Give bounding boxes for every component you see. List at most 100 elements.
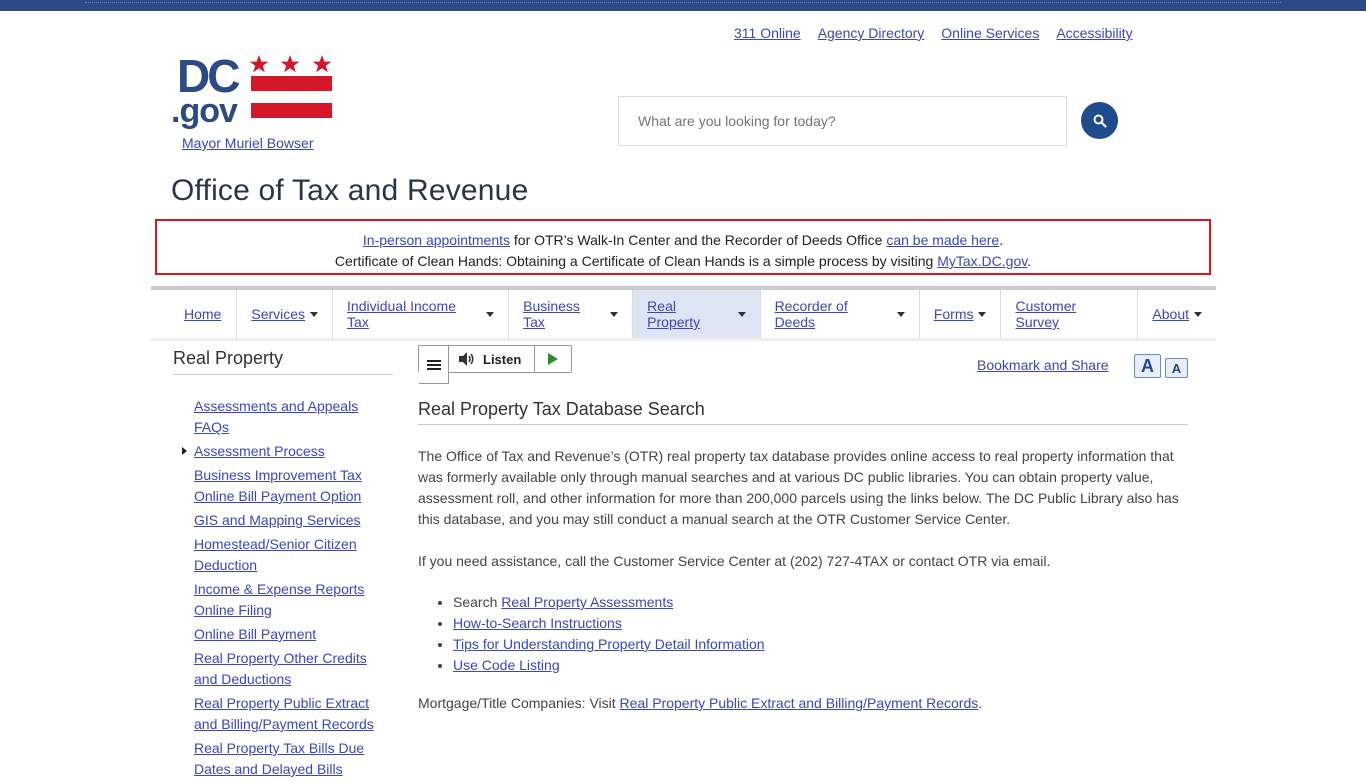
sidebar-list: Assessments and Appeals FAQs Assessment …	[173, 396, 393, 780]
how-to-search-link[interactable]: How-to-Search Instructions	[453, 615, 622, 631]
utility-nav: 311 Online Agency Directory Online Servi…	[734, 25, 1133, 41]
increase-font-label: A	[1141, 355, 1154, 376]
list-item: Use Code Listing	[453, 655, 1188, 676]
real-property-assessments-link[interactable]: Real Property Assessments	[501, 594, 673, 610]
chevron-down-icon	[486, 311, 495, 317]
chevron-down-icon	[1194, 311, 1203, 317]
sidebar-link-online-bill-payment[interactable]: Online Bill Payment	[194, 626, 316, 642]
sidebar-link-income-expense[interactable]: Income & Expense Reports Online Filing	[194, 581, 364, 618]
increase-font-button[interactable]: A	[1134, 354, 1161, 378]
utility-link-accessibility[interactable]: Accessibility	[1056, 25, 1132, 41]
sidebar-link-tax-bills-due[interactable]: Real Property Tax Bills Due Dates and De…	[194, 740, 364, 777]
chevron-down-icon	[737, 311, 746, 317]
search-prefix: Search	[453, 594, 502, 610]
search-button[interactable]	[1081, 102, 1118, 139]
listen-button[interactable]: Listen	[449, 346, 535, 372]
sidebar-title: Real Property	[173, 348, 393, 375]
nav-business-tax[interactable]: Business Tax	[509, 290, 634, 338]
assistance-paragraph: If you need assistance, call the Custome…	[418, 553, 1051, 569]
site-search	[618, 96, 1067, 146]
chevron-down-icon	[610, 311, 619, 317]
sidebar-link-business-improvement-tax[interactable]: Business Improvement Tax Online Bill Pay…	[194, 467, 362, 504]
sidebar-link-other-credits[interactable]: Real Property Other Credits and Deductio…	[194, 650, 367, 687]
utility-link-online-services[interactable]: Online Services	[941, 25, 1039, 41]
list-item: How-to-Search Instructions	[453, 613, 1188, 634]
nav-individual-income-tax-label: Individual Income Tax	[347, 298, 456, 330]
mayor-link[interactable]: Mayor Muriel Bowser	[182, 135, 313, 151]
sidebar-link-assessments-faqs[interactable]: Assessments and Appeals FAQs	[194, 398, 358, 435]
search-input[interactable]	[619, 97, 1066, 145]
intro-paragraph: The Office of Tax and Revenue’s (OTR) re…	[418, 448, 1179, 527]
alert-period-2: .	[1027, 253, 1032, 269]
public-extract-link[interactable]: Real Property Public Extract and Billing…	[620, 695, 979, 711]
sidebar-item: Business Improvement Tax Online Bill Pay…	[194, 465, 393, 507]
sidebar-item: Homestead/Senior Citizen Deduction	[194, 534, 393, 576]
dc-gov-logo-mark: DC .gov	[171, 50, 332, 130]
nav-about-label: About	[1152, 306, 1190, 322]
play-icon	[548, 353, 558, 365]
utility-link-agency-directory[interactable]: Agency Directory	[818, 25, 925, 41]
sidebar-item: Real Property Tax Bills Due Dates and De…	[194, 738, 393, 780]
sidebar-item: Real Property Other Credits and Deductio…	[194, 648, 393, 690]
mortgage-period: .	[978, 695, 983, 711]
hamburger-icon	[426, 359, 441, 370]
page-title: Real Property Tax Database Search	[418, 399, 1188, 425]
sidebar-item: Assessment Process	[182, 441, 393, 462]
alert-line-2: Certificate of Clean Hands: Obtaining a …	[157, 251, 1209, 272]
use-code-listing-link[interactable]: Use Code Listing	[453, 657, 560, 673]
sidebar-item: Assessments and Appeals FAQs	[194, 396, 393, 438]
dc-gov-logo[interactable]: DC .gov	[171, 50, 336, 132]
chevron-down-icon	[310, 311, 319, 317]
nav-real-property-label: Real Property	[647, 298, 701, 330]
nav-home-label: Home	[184, 306, 222, 322]
nav-customer-survey-label: Customer Survey	[1015, 298, 1077, 330]
mytax-link[interactable]: MyTax.DC.gov	[937, 253, 1027, 269]
sidebar-item: Income & Expense Reports Online Filing	[194, 579, 393, 621]
decrease-font-button[interactable]: A	[1165, 358, 1188, 378]
readspeaker-toolbar: Listen	[418, 345, 572, 384]
nav-business-tax-label: Business Tax	[523, 298, 580, 330]
nav-forms-label: Forms	[933, 306, 974, 322]
play-button[interactable]	[535, 346, 571, 372]
alert-text-2: Certificate of Clean Hands: Obtaining a …	[334, 253, 938, 269]
alert-text-1: for OTR’s Walk-In Center and the Recorde…	[510, 232, 887, 248]
nav-recorder-of-deeds-label: Recorder of Deeds	[774, 298, 848, 330]
nav-recorder-of-deeds[interactable]: Recorder of Deeds	[761, 290, 920, 338]
mortgage-paragraph: Mortgage/Title Companies: Visit Real Pro…	[418, 693, 1188, 714]
svg-text:.gov: .gov	[171, 92, 238, 130]
can-be-made-here-link[interactable]: can be made here	[886, 232, 999, 248]
sidebar-item: Real Property Public Extract and Billing…	[194, 693, 393, 735]
sidebar-link-public-extract[interactable]: Real Property Public Extract and Billing…	[194, 695, 374, 732]
bookmark-and-share-link[interactable]: Bookmark and Share	[977, 357, 1109, 373]
top-accent-bar	[0, 0, 1366, 11]
chevron-down-icon	[896, 311, 905, 317]
sidebar-item: Online Bill Payment	[194, 624, 393, 645]
sidebar-link-assessment-process[interactable]: Assessment Process	[194, 443, 325, 459]
search-icon	[1093, 114, 1107, 128]
alert-banner: In-person appointments for OTR’s Walk-In…	[155, 219, 1211, 275]
nav-home[interactable]: Home	[151, 290, 238, 338]
in-person-appointments-link[interactable]: In-person appointments	[363, 232, 510, 248]
nav-services[interactable]: Services	[237, 290, 334, 338]
nav-customer-survey[interactable]: Customer Survey	[1001, 290, 1139, 338]
list-item: Tips for Understanding Property Detail I…	[453, 634, 1188, 655]
mortgage-text: Mortgage/Title Companies: Visit	[418, 695, 620, 711]
decrease-font-label: A	[1171, 360, 1182, 376]
alert-period-1: .	[999, 232, 1004, 248]
main-content: Real Property Tax Database Search The Of…	[418, 399, 1188, 714]
sidebar-link-homestead[interactable]: Homestead/Senior Citizen Deduction	[194, 536, 357, 573]
nav-forms[interactable]: Forms	[920, 290, 1002, 338]
nav-individual-income-tax[interactable]: Individual Income Tax	[333, 290, 510, 338]
main-nav: Home Services Individual Income Tax Busi…	[151, 286, 1216, 341]
agency-title: Office of Tax and Revenue	[171, 174, 529, 207]
readspeaker-menu-button[interactable]	[419, 346, 449, 384]
utility-link-311[interactable]: 311 Online	[734, 25, 801, 41]
tips-property-detail-link[interactable]: Tips for Understanding Property Detail I…	[453, 636, 765, 652]
alert-line-1: In-person appointments for OTR’s Walk-In…	[157, 230, 1209, 251]
nav-about[interactable]: About	[1138, 290, 1216, 338]
nav-real-property[interactable]: Real Property	[633, 290, 761, 338]
list-item: Search Real Property Assessments	[453, 592, 1188, 613]
resource-links: Search Real Property Assessments How-to-…	[418, 592, 1188, 676]
sidebar-link-gis-mapping[interactable]: GIS and Mapping Services	[194, 512, 361, 528]
chevron-down-icon	[978, 311, 987, 317]
